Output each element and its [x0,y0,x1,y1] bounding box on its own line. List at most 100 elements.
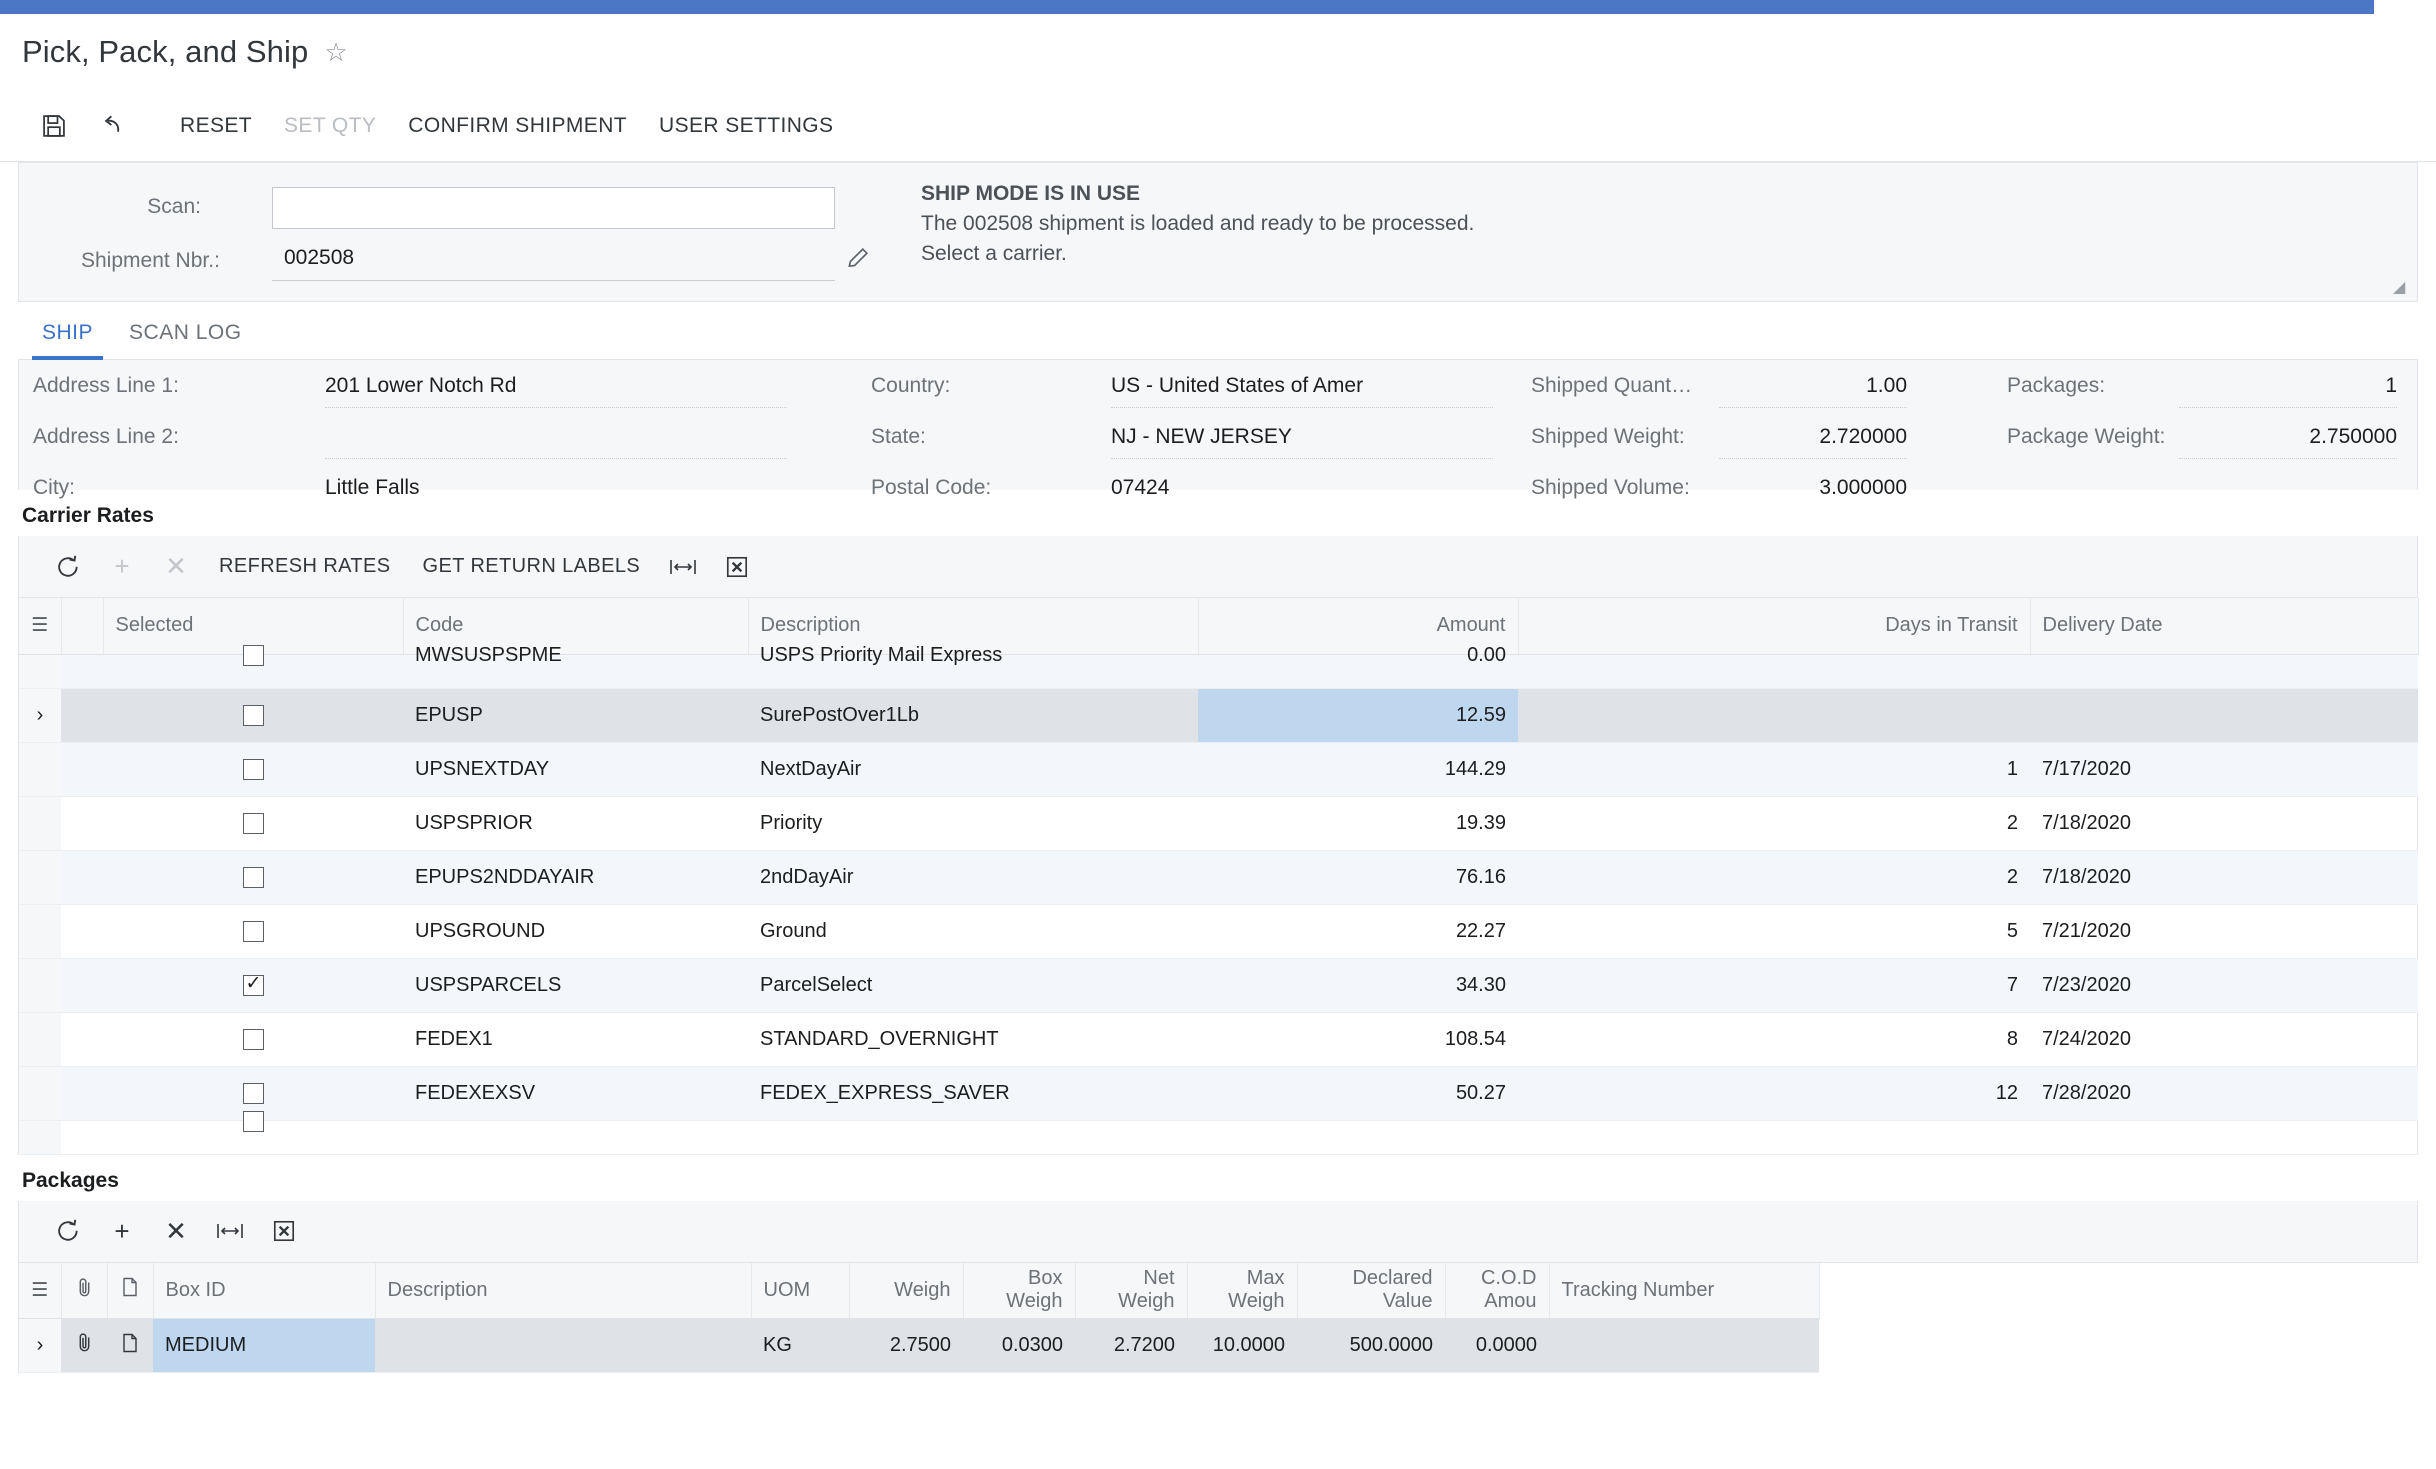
confirm-shipment-button[interactable]: CONFIRM SHIPMENT [392,103,643,149]
shipped-weight-value[interactable]: 2.720000 [1719,425,1907,449]
cell-days: 1 [1518,742,2030,797]
column-header-description[interactable]: Description [375,1262,752,1319]
table-row[interactable]: UPSNEXTDAY NextDayAir 144.29 1 7/17/2020 [19,742,2418,797]
cell-amount[interactable]: 12.59 [1198,688,1518,743]
column-header-cod-amount[interactable]: C.O.D Amou [1445,1262,1550,1319]
favorite-star-icon[interactable]: ☆ [324,39,347,65]
table-row[interactable]: FEDEX1 STANDARD_OVERNIGHT 108.54 8 7/24/… [19,1012,2418,1067]
message-line-1: The 002508 shipment is loaded and ready … [921,212,1475,235]
row-checkbox-cell[interactable] [103,958,403,1013]
paperclip-icon [61,1262,108,1319]
table-row[interactable]: MWSUSPSPME USPS Priority Mail Express 0.… [19,644,2418,689]
row-checkbox-cell[interactable] [103,796,403,851]
column-header-delivery-date[interactable]: Delivery Date [2030,598,2419,655]
column-header-net-weight[interactable]: Net Weigh [1075,1262,1188,1319]
cell-date: 7/17/2020 [2030,742,2418,797]
row-checkbox-cell[interactable] [103,850,403,905]
column-header-uom[interactable]: UOM [751,1262,850,1319]
table-row[interactable]: › MEDIUM KG 2.7500 0.0300 2.7200 10.0000… [19,1318,1819,1373]
shipped-quantity-value[interactable]: 1.00 [1719,374,1907,398]
table-row[interactable]: UPSGROUND Ground 22.27 5 7/21/2020 [19,904,2418,959]
export-excel-icon[interactable] [710,544,764,590]
selected-checkbox[interactable] [242,1110,264,1132]
country-underline [1111,407,1493,408]
cell-date: 7/23/2020 [2030,958,2418,1013]
selected-checkbox[interactable] [242,704,264,726]
cell-date: 7/18/2020 [2030,850,2418,905]
packages-count-value[interactable]: 1 [2179,374,2397,398]
refresh-icon[interactable] [41,544,95,590]
shipment-nbr-field[interactable]: 002508 [272,241,835,281]
selected-checkbox[interactable] [242,812,264,834]
save-icon[interactable] [26,103,82,149]
state-value[interactable]: NJ - NEW JERSEY [1111,425,1292,449]
tab-scan-log[interactable]: SCAN LOG [111,321,260,359]
cell-description: 2ndDayAir [748,850,1198,905]
column-header-box-weight[interactable]: Box Weigh [963,1262,1076,1319]
column-header-max-weight[interactable]: Max Weigh [1187,1262,1298,1319]
cell-code: EPUPS2NDDAYAIR [403,850,748,905]
panel-resize-handle[interactable]: ◢ [2393,279,2411,297]
row-checkbox-cell[interactable] [103,644,403,689]
row-expand-icon[interactable]: › [19,1318,61,1373]
selected-checkbox[interactable] [242,1082,264,1104]
fit-columns-icon[interactable] [656,544,710,590]
cell-box-id[interactable]: MEDIUM [153,1318,375,1373]
column-header-box-id[interactable]: Box ID [153,1262,376,1319]
cell-date: 7/28/2020 [2030,1066,2418,1121]
export-excel-icon[interactable] [257,1208,311,1254]
package-weight-underline [2179,458,2397,459]
row-note-icon[interactable] [107,1318,153,1373]
state-label: State: [871,425,926,448]
grid-settings-icon[interactable]: ☰ [19,1262,62,1319]
city-value[interactable]: Little Falls [325,476,420,500]
package-weight-value[interactable]: 2.750000 [2179,425,2397,449]
row-paperclip-icon[interactable] [61,1318,107,1373]
selected-checkbox[interactable] [242,920,264,942]
undo-icon[interactable] [82,103,138,149]
country-value[interactable]: US - United States of Amer [1111,374,1363,398]
address-line-1-label: Address Line 1: [33,374,179,397]
close-icon[interactable]: ✕ [149,1208,203,1254]
row-checkbox-cell[interactable] [103,742,403,797]
refresh-icon[interactable] [41,1208,95,1254]
scan-label: Scan: [147,195,201,218]
column-header-days-in-transit[interactable]: Days in Transit [1518,598,2031,655]
column-header-declared-value[interactable]: Declared Value [1297,1262,1446,1319]
cell-amount: 22.27 [1198,904,1518,959]
row-checkbox-cell[interactable] [103,1110,403,1155]
column-header-weight[interactable]: Weigh [849,1262,964,1319]
address-line-1-value[interactable]: 201 Lower Notch Rd [325,374,516,398]
user-settings-button[interactable]: USER SETTINGS [643,103,849,149]
row-expand-icon[interactable]: › [19,688,61,743]
selected-checkbox[interactable] [242,758,264,780]
reset-button[interactable]: RESET [164,103,268,149]
shipped-volume-value[interactable]: 3.000000 [1719,476,1907,500]
postal-code-value[interactable]: 07424 [1111,476,1169,500]
fit-columns-icon[interactable] [203,1208,257,1254]
refresh-rates-button[interactable]: REFRESH RATES [203,544,407,590]
scan-input[interactable] [272,187,835,229]
row-checkbox-cell[interactable] [103,1012,403,1067]
shipment-nbr-value: 002508 [284,246,355,269]
column-header-tracking-number[interactable]: Tracking Number [1549,1262,1820,1319]
row-checkbox-cell[interactable] [103,688,403,743]
table-row[interactable]: USPSPRIOR Priority 19.39 2 7/18/2020 [19,796,2418,851]
table-row[interactable]: › EPUSP SurePostOver1Lb 12.59 [19,688,2418,743]
cell-days: 2 [1518,850,2030,905]
get-return-labels-button[interactable]: GET RETURN LABELS [407,544,657,590]
table-row[interactable]: USPSPARCELS ParcelSelect 34.30 7 7/23/20… [19,958,2418,1013]
row-checkbox-cell[interactable] [103,904,403,959]
pencil-icon[interactable] [845,245,871,276]
plus-icon[interactable]: + [95,1208,149,1254]
selected-checkbox[interactable] [242,972,264,996]
cell-weight: 2.7500 [849,1318,963,1373]
grid-settings-icon[interactable]: ☰ [19,598,62,655]
selected-checkbox[interactable] [242,1028,264,1050]
packages-count-underline [2179,407,2397,408]
selected-checkbox[interactable] [242,866,264,888]
table-row[interactable]: EPUPS2NDDAYAIR 2ndDayAir 76.16 2 7/18/20… [19,850,2418,905]
tab-ship[interactable]: SHIP [24,321,111,360]
table-row-partial[interactable] [19,1110,2418,1155]
selected-checkbox[interactable] [242,644,264,666]
